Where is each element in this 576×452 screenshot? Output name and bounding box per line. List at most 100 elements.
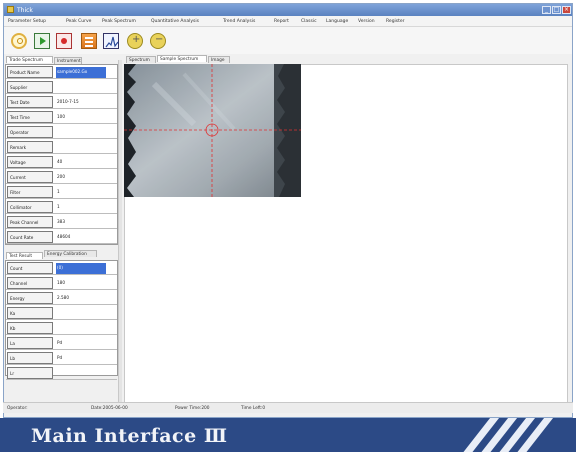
spectrum-graph-icon[interactable] — [103, 33, 119, 49]
param-label: Product Name — [7, 66, 53, 78]
result-row: Channel 180 — [6, 276, 117, 290]
tab-trade-spectrum[interactable]: Trade Spectrum — [6, 56, 53, 63]
param-label: Collimator — [7, 201, 53, 213]
window-title: Thick — [17, 7, 33, 14]
result-row: Ka — [6, 306, 117, 320]
result-value[interactable]: Pd — [56, 353, 106, 364]
param-row: Collimator 1 — [6, 200, 117, 214]
title-bar[interactable]: Thick _ □ × — [4, 4, 572, 16]
stop-icon[interactable] — [56, 33, 72, 49]
result-label: Kb — [7, 322, 53, 334]
result-row: Lr — [6, 366, 117, 380]
zoom-in-icon[interactable] — [127, 33, 143, 49]
menu-report[interactable]: Report — [274, 19, 289, 24]
status-date: Date:2005-06-00 — [91, 406, 128, 411]
param-row: Voltage 40 — [6, 155, 117, 169]
param-row: Supplier — [6, 80, 117, 94]
param-label: Peak Channel — [7, 216, 53, 228]
result-value[interactable]: 180 — [56, 278, 106, 289]
param-row: Peak Channel 383 — [6, 215, 117, 229]
menu-register[interactable]: Register — [386, 19, 405, 24]
menu-peak-spectrum[interactable]: Peak Spectrum — [102, 19, 136, 24]
status-bar: Operator: Date:2005-06-00 Power Time:200… — [3, 402, 573, 413]
menu-peak-curve[interactable]: Peak Curve — [66, 19, 91, 24]
param-row: Filter 1 — [6, 185, 117, 199]
result-value[interactable] — [56, 308, 106, 319]
param-value[interactable]: 48604 — [56, 232, 106, 243]
param-label: Current — [7, 171, 53, 183]
param-value[interactable]: 200 — [56, 172, 106, 183]
caption-banner: Main Interface Ⅲ — [0, 418, 576, 452]
param-label: Count Rate — [7, 231, 53, 243]
result-row: Count (0) — [6, 261, 117, 275]
param-row: Remark — [6, 140, 117, 154]
result-label: La — [7, 337, 53, 349]
result-value[interactable]: Pd — [56, 338, 106, 349]
maximize-button[interactable]: □ — [552, 6, 561, 14]
tab-spectrum[interactable]: Spectrum — [126, 56, 156, 63]
tab-instrument[interactable]: Instrument — [54, 57, 82, 64]
result-label: Ka — [7, 307, 53, 319]
menu-language[interactable]: Language — [326, 19, 348, 24]
run-icon[interactable] — [11, 33, 27, 49]
result-value[interactable] — [56, 368, 106, 379]
status-power-time: Power Time:200 — [175, 406, 210, 411]
param-label: Test Time — [7, 111, 53, 123]
result-label: Energy — [7, 292, 53, 304]
result-value[interactable] — [56, 323, 106, 334]
close-button[interactable]: × — [562, 6, 571, 14]
param-label: Remark — [7, 141, 53, 153]
status-operator: Operator: — [7, 406, 28, 411]
param-label: Filter — [7, 186, 53, 198]
param-value[interactable]: 40 — [56, 157, 106, 168]
tab-test-result[interactable]: Test Result — [6, 252, 43, 259]
result-label: Count — [7, 262, 53, 274]
param-row: Current 200 — [6, 170, 117, 184]
toolbar — [4, 27, 572, 54]
param-value[interactable]: 100 — [56, 112, 106, 123]
minimize-button[interactable]: _ — [542, 6, 551, 14]
menu-classic[interactable]: Classic — [301, 19, 317, 24]
menu-parameter-setup[interactable]: Parameter Setup — [8, 19, 46, 24]
result-row: La Pd — [6, 336, 117, 350]
param-label: Supplier — [7, 81, 53, 93]
result-label: Lb — [7, 352, 53, 364]
menu-trend-analysis[interactable]: Trend Analysis — [223, 19, 255, 24]
param-label: Test Date — [7, 96, 53, 108]
param-value[interactable]: 383 — [56, 217, 106, 228]
menu-version[interactable]: Version — [358, 19, 375, 24]
param-value[interactable]: 1 — [56, 187, 106, 198]
status-time-left: Time Left:0 — [241, 406, 266, 411]
param-value[interactable]: sample002.Gx — [56, 67, 106, 78]
zoom-out-icon[interactable] — [150, 33, 166, 49]
result-label: Lr — [7, 367, 53, 379]
calculator-icon[interactable] — [81, 33, 97, 49]
banner-title: Main Interface Ⅲ — [31, 425, 228, 447]
sample-camera-image — [124, 64, 301, 197]
param-value[interactable]: 2010-7-15 — [56, 97, 106, 108]
parameter-grid: Product Name sample002.Gx Supplier Test Dat… — [5, 64, 118, 245]
param-row: Test Date 2010-7-15 — [6, 95, 117, 109]
tab-image[interactable]: Image — [208, 56, 230, 63]
result-value[interactable]: (0) — [56, 263, 106, 274]
param-row: Count Rate 48604 — [6, 230, 117, 244]
param-row: Test Time 100 — [6, 110, 117, 124]
param-value[interactable] — [56, 127, 106, 138]
param-value[interactable]: 1 — [56, 202, 106, 213]
tab-energy-calibration[interactable]: Energy Calibration — [44, 250, 97, 257]
menu-quantitative-analysis[interactable]: Quantitative Analysis — [151, 19, 199, 24]
param-row: Product Name sample002.Gx — [6, 65, 117, 79]
param-value[interactable] — [56, 142, 106, 153]
param-label: Voltage — [7, 156, 53, 168]
result-row: Kb — [6, 321, 117, 335]
result-row: Lb Pd — [6, 351, 117, 365]
param-label: Operator — [7, 126, 53, 138]
left-scrollbar[interactable] — [118, 60, 122, 405]
param-value[interactable] — [56, 82, 106, 93]
app-icon — [7, 6, 14, 13]
result-row: Energy 2.580 — [6, 291, 117, 305]
start-icon[interactable] — [34, 33, 50, 49]
tab-sample-spectrum[interactable]: Sample Spectrum — [157, 55, 207, 62]
menu-bar: Parameter Setup Peak Curve Peak Spectrum… — [4, 16, 572, 27]
result-value[interactable]: 2.580 — [56, 293, 106, 304]
